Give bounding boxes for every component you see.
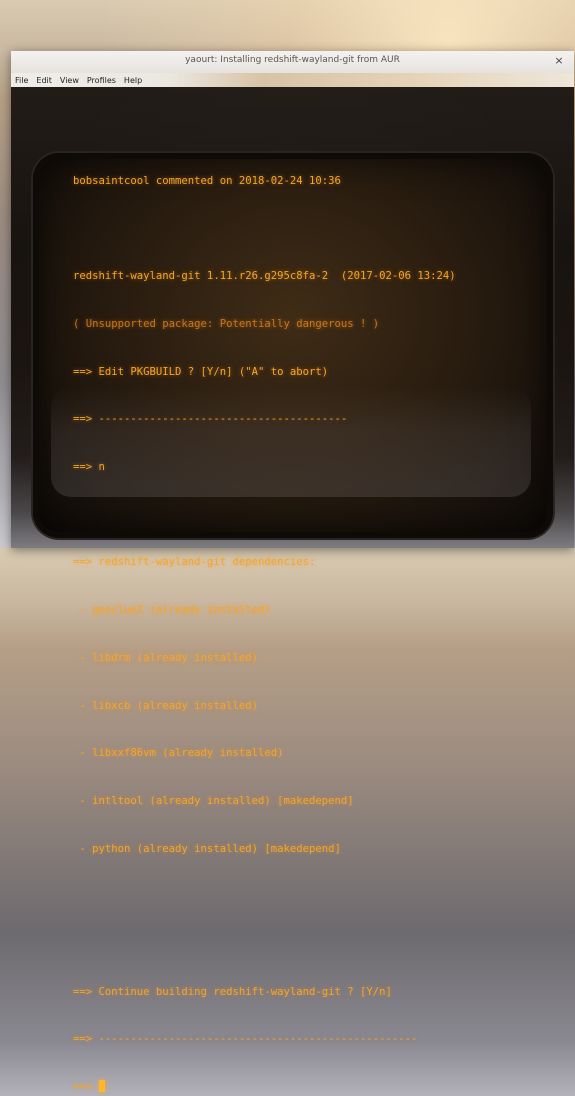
- terminal-output[interactable]: bobsaintcool commented on 2018-02-24 10:…: [73, 142, 456, 1096]
- terminal-line: - geoclue2 (already installed): [73, 604, 271, 617]
- menu-profiles[interactable]: Profiles: [83, 76, 120, 85]
- close-icon[interactable]: ×: [552, 54, 566, 68]
- terminal-line: ==> redshift-wayland-git dependencies:: [73, 556, 316, 569]
- terminal-line: ==> Continue building redshift-wayland-g…: [73, 985, 392, 998]
- terminal-prompt-line: ==>: [73, 1080, 456, 1096]
- title-bar[interactable]: yaourt: Installing redshift-wayland-git …: [11, 51, 574, 74]
- terminal-line: ==> ------------------------------------…: [73, 1033, 418, 1046]
- menu-help[interactable]: Help: [120, 76, 146, 85]
- terminal-line: ==> Edit PKGBUILD ? [Y/n] ("A" to abort): [73, 365, 329, 378]
- terminal-line: - libxxf86vm (already installed): [73, 747, 284, 760]
- terminal-line: redshift-wayland-git 1.11.r26.g295c8fa-2…: [73, 270, 456, 283]
- terminal-line: - intltool (already installed) [makedepe…: [73, 794, 354, 807]
- menu-bar: File Edit View Profiles Help: [11, 73, 574, 87]
- terminal-line: ( Unsupported package: Potentially dange…: [73, 317, 380, 330]
- menu-edit[interactable]: Edit: [32, 76, 56, 85]
- menu-file[interactable]: File: [11, 76, 32, 85]
- terminal-line: - libdrm (already installed): [73, 651, 258, 664]
- menu-view[interactable]: View: [56, 76, 83, 85]
- terminal-line: ==> ------------------------------------…: [73, 413, 348, 426]
- terminal-prompt: ==>: [73, 1081, 99, 1094]
- terminal-line: bobsaintcool commented on 2018-02-24 10:…: [73, 174, 341, 187]
- text-cursor: [98, 1080, 105, 1093]
- terminal-line: - python (already installed) [makedepend…: [73, 842, 341, 855]
- terminal-line: - libxcb (already installed): [73, 699, 258, 712]
- window-title: yaourt: Installing redshift-wayland-git …: [185, 55, 400, 65]
- terminal-line: ==> n: [73, 461, 105, 474]
